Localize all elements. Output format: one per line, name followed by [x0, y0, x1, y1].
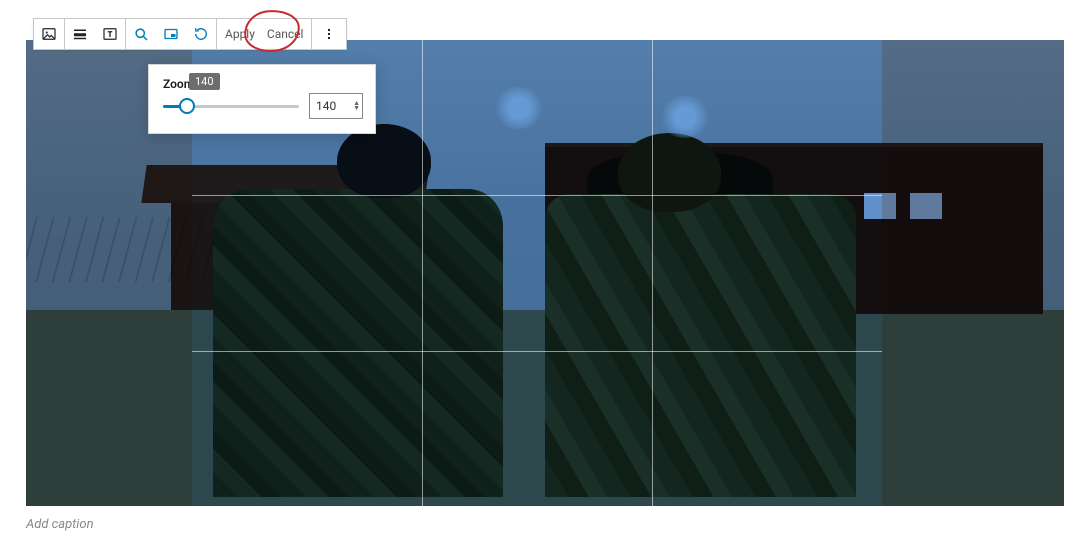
- cancel-button[interactable]: Cancel: [267, 27, 304, 41]
- crop-dim-right: [882, 40, 1064, 506]
- zoom-tooltip: 140: [189, 73, 220, 90]
- block-toolbar: Apply Cancel: [33, 18, 347, 50]
- more-options-button[interactable]: [312, 19, 346, 49]
- zoom-slider[interactable]: [163, 96, 299, 116]
- rotate-button[interactable]: [186, 19, 216, 49]
- caption-input[interactable]: Add caption: [26, 517, 94, 532]
- aspect-ratio-button[interactable]: [156, 19, 186, 49]
- zoom-button[interactable]: [126, 19, 156, 49]
- image-block-icon[interactable]: [34, 19, 64, 49]
- editor-stage: Add caption Ap: [0, 0, 1090, 540]
- zoom-slider-thumb[interactable]: [179, 98, 195, 114]
- spinner-icon[interactable]: ▲▼: [353, 101, 360, 111]
- zoom-number-input[interactable]: 140 ▲▼: [309, 93, 363, 119]
- zoom-number-value: 140: [316, 99, 336, 113]
- apply-cancel-group: Apply Cancel: [217, 19, 312, 49]
- text-overlay-button[interactable]: [95, 19, 125, 49]
- zoom-popover: Zoom 140 140 ▲▼: [148, 64, 376, 134]
- apply-button[interactable]: Apply: [225, 27, 255, 41]
- align-button[interactable]: [65, 19, 95, 49]
